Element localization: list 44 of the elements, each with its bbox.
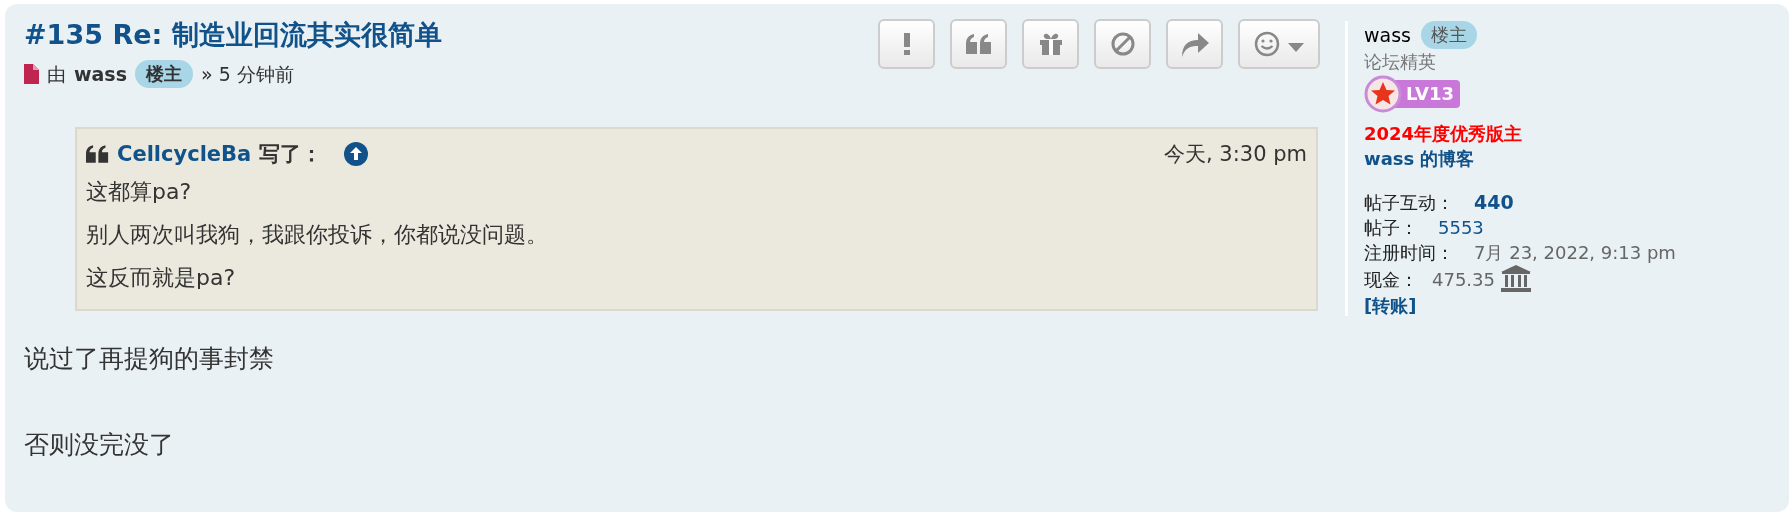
smiley-icon bbox=[1254, 31, 1280, 57]
stat-value: 7月 23, 2022, 9:13 pm bbox=[1474, 241, 1676, 265]
quote-icon bbox=[86, 145, 109, 164]
quote-button[interactable] bbox=[950, 19, 1007, 69]
reaction-button[interactable] bbox=[1238, 19, 1320, 69]
username-link[interactable]: wass bbox=[1364, 22, 1411, 48]
post-title[interactable]: #135 Re: 制造业回流其实很简单 bbox=[24, 18, 442, 52]
gift-icon bbox=[1039, 33, 1062, 55]
quote-wrote-label: 写了： bbox=[259, 140, 323, 168]
author-link[interactable]: wass bbox=[74, 60, 127, 89]
post-text: 否则没完没了 bbox=[24, 429, 175, 461]
role-badge: 楼主 bbox=[135, 60, 193, 89]
stat-label: 帖子互动： bbox=[1364, 191, 1454, 215]
block-icon bbox=[1110, 32, 1135, 56]
post-time: » 5 分钟前 bbox=[201, 62, 294, 87]
arrow-up-icon[interactable] bbox=[344, 142, 369, 167]
quote-author-link[interactable]: CellcycleBa bbox=[117, 138, 252, 170]
stat-link[interactable]: 440 bbox=[1474, 190, 1514, 215]
share-icon bbox=[1179, 31, 1210, 57]
quote-icon bbox=[965, 34, 992, 54]
share-button[interactable] bbox=[1166, 19, 1223, 69]
bank-icon bbox=[1501, 265, 1531, 293]
caret-icon bbox=[1288, 42, 1304, 52]
quote-text-line: 这反而就是pa? bbox=[86, 264, 237, 292]
gift-button[interactable] bbox=[1022, 19, 1079, 69]
stat-value: 475.35 bbox=[1432, 267, 1495, 292]
author-prefix: 由 bbox=[47, 62, 66, 87]
user-rank: 论坛精英 bbox=[1364, 50, 1437, 74]
file-icon bbox=[24, 64, 39, 85]
role-badge: 楼主 bbox=[1421, 21, 1477, 49]
stat-link[interactable]: 5553 bbox=[1438, 215, 1484, 240]
quote-time: 今天, 3:30 pm bbox=[1164, 140, 1307, 168]
report-button[interactable] bbox=[878, 19, 935, 69]
blog-link[interactable]: wass 的博客 bbox=[1364, 146, 1676, 171]
quote-text-line: 这都算pa? bbox=[86, 178, 193, 206]
report-icon bbox=[901, 33, 912, 55]
block-button[interactable] bbox=[1094, 19, 1151, 69]
stat-label: 注册时间： bbox=[1364, 241, 1454, 265]
post-text: 说过了再提狗的事封禁 bbox=[24, 343, 275, 375]
quote-text-line: 别人两次叫我狗，我跟你投诉，你都说没问题。 bbox=[86, 221, 549, 249]
award-title: 2024年度优秀版主 bbox=[1364, 122, 1524, 146]
transfer-link[interactable]: [转账] bbox=[1364, 293, 1676, 318]
stat-label: 帖子： bbox=[1364, 216, 1418, 240]
stat-label: 现金： bbox=[1364, 267, 1418, 292]
